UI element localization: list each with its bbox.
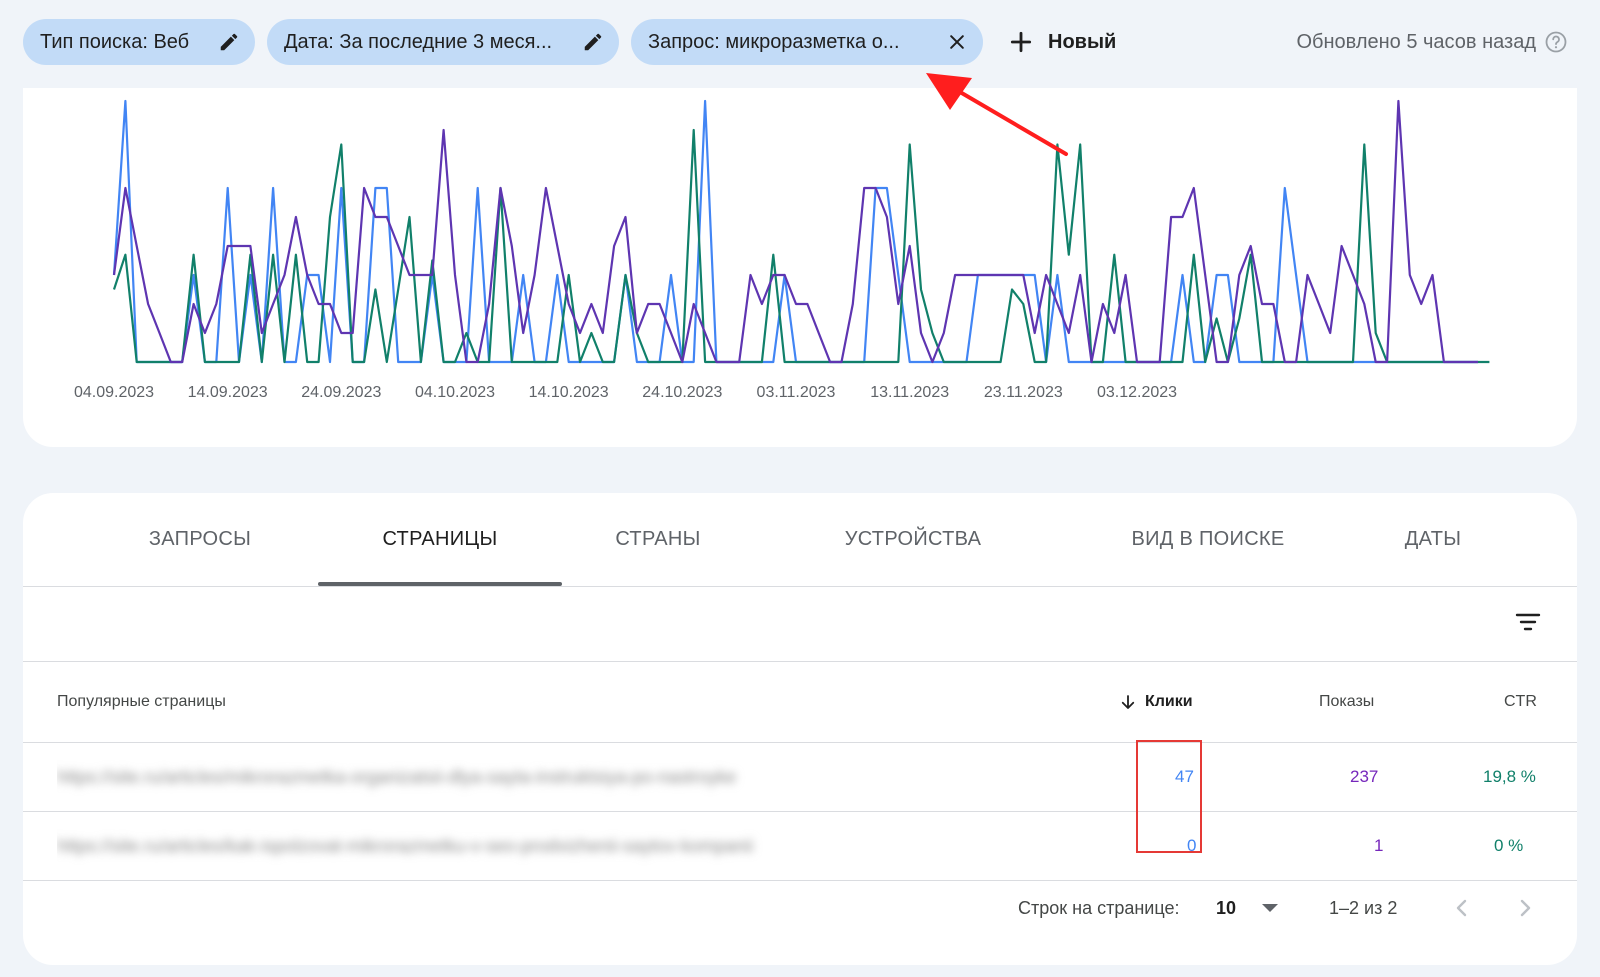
column-header-pages: Популярные страницы — [57, 693, 226, 710]
active-tab-indicator — [318, 582, 562, 586]
help-icon[interactable] — [1544, 30, 1568, 54]
ctr-value: 19,8 % — [1483, 767, 1536, 786]
x-tick-label: 14.09.2023 — [188, 384, 268, 401]
tab-dates[interactable]: ДАТЫ — [1363, 493, 1503, 586]
table-row[interactable]: https://site.ru/articles/mikrorazmetka-o… — [23, 743, 1577, 812]
last-updated: Обновлено 5 часов назад — [1296, 19, 1568, 65]
table-header: Популярные страницы Клики Показы CTR — [23, 662, 1577, 743]
tab-devices[interactable]: УСТРОЙСТВА — [813, 493, 1013, 586]
impressions-value: 1 — [1374, 836, 1384, 855]
x-tick-label: 03.11.2023 — [757, 384, 836, 401]
performance-chart: 04.09.2023 14.09.2023 24.09.2023 04.10.2023… — [23, 88, 1577, 447]
x-tick-label: 04.10.2023 — [415, 384, 495, 401]
tab-queries[interactable]: ЗАПРОСЫ — [105, 493, 295, 586]
plus-icon — [1010, 31, 1032, 53]
date-range-chip[interactable]: Дата: За последние 3 меся... — [267, 19, 619, 65]
column-header-impressions[interactable]: Показы — [1319, 662, 1374, 742]
chip-label: Дата: За последние 3 меся... — [284, 30, 553, 53]
tab-countries[interactable]: СТРАНЫ — [583, 493, 733, 586]
tab-search-appearance[interactable]: ВИД В ПОИСКЕ — [1083, 493, 1333, 586]
last-updated-text: Обновлено 5 часов назад — [1296, 30, 1536, 53]
column-header-ctr[interactable]: CTR — [1504, 662, 1537, 742]
chevron-left-icon[interactable] — [1447, 893, 1477, 923]
chip-label: Запрос: микроразметка о... — [648, 30, 900, 53]
chip-label: Тип поиска: Веб — [40, 30, 190, 53]
pencil-icon[interactable] — [581, 30, 605, 54]
dropdown-caret-icon — [1262, 904, 1279, 912]
pencil-icon[interactable] — [217, 30, 241, 54]
clicks-value: 47 — [1175, 767, 1194, 786]
dimension-tabs: ЗАПРОСЫ СТРАНИЦЫ СТРАНЫ УСТРОЙСТВА ВИД В… — [23, 493, 1577, 587]
table-row[interactable]: https://site.ru/articles/kak-ispolzovat-… — [23, 812, 1577, 881]
page-url[interactable]: https://site.ru/articles/mikrorazmetka-o… — [57, 767, 736, 788]
ctr-value: 0 % — [1494, 836, 1524, 855]
x-tick-label: 03.12.2023 — [1097, 384, 1177, 401]
rows-per-page-label: Строк на странице: — [1018, 897, 1180, 918]
query-chip[interactable]: Запрос: микроразметка о... — [631, 19, 983, 65]
x-tick-label: 04.09.2023 — [74, 384, 154, 401]
rows-per-page-value: 10 — [1216, 897, 1237, 918]
table-toolbar — [23, 587, 1577, 662]
impressions-value: 237 — [1350, 767, 1379, 786]
filter-icon[interactable] — [1513, 607, 1543, 637]
ctr-line — [112, 128, 1490, 364]
new-filter-button[interactable]: Новый — [1008, 19, 1116, 65]
column-header-clicks[interactable]: Клики — [1119, 662, 1193, 742]
new-filter-label: Новый — [1048, 30, 1117, 53]
x-tick-label: 14.10.2023 — [529, 384, 609, 401]
clicks-line — [112, 99, 1478, 364]
rows-per-page-select[interactable]: 10 — [1216, 878, 1279, 938]
page-range: 1–2 из 2 — [1329, 897, 1398, 918]
impressions-line — [112, 99, 1478, 364]
line-chart: 04.09.2023 14.09.2023 24.09.2023 04.10.2023… — [74, 99, 1490, 401]
pagination: Строк на странице: 10 1–2 из 2 — [23, 878, 1577, 938]
data-table-card: ЗАПРОСЫ СТРАНИЦЫ СТРАНЫ УСТРОЙСТВА ВИД В… — [23, 493, 1577, 965]
x-tick-label: 23.11.2023 — [984, 384, 1063, 401]
clicks-header-label: Клики — [1145, 693, 1193, 710]
x-tick-label: 24.10.2023 — [642, 384, 722, 401]
chevron-right-icon[interactable] — [1510, 893, 1540, 923]
x-tick-label: 13.11.2023 — [870, 384, 949, 401]
x-tick-label: 24.09.2023 — [301, 384, 381, 401]
tab-pages[interactable]: СТРАНИЦЫ — [318, 493, 562, 586]
clicks-value: 0 — [1187, 836, 1197, 855]
arrow-down-icon — [1121, 695, 1135, 709]
search-type-chip[interactable]: Тип поиска: Веб — [23, 19, 255, 65]
close-icon[interactable] — [945, 30, 969, 54]
page-url[interactable]: https://site.ru/articles/kak-ispolzovat-… — [57, 836, 753, 857]
